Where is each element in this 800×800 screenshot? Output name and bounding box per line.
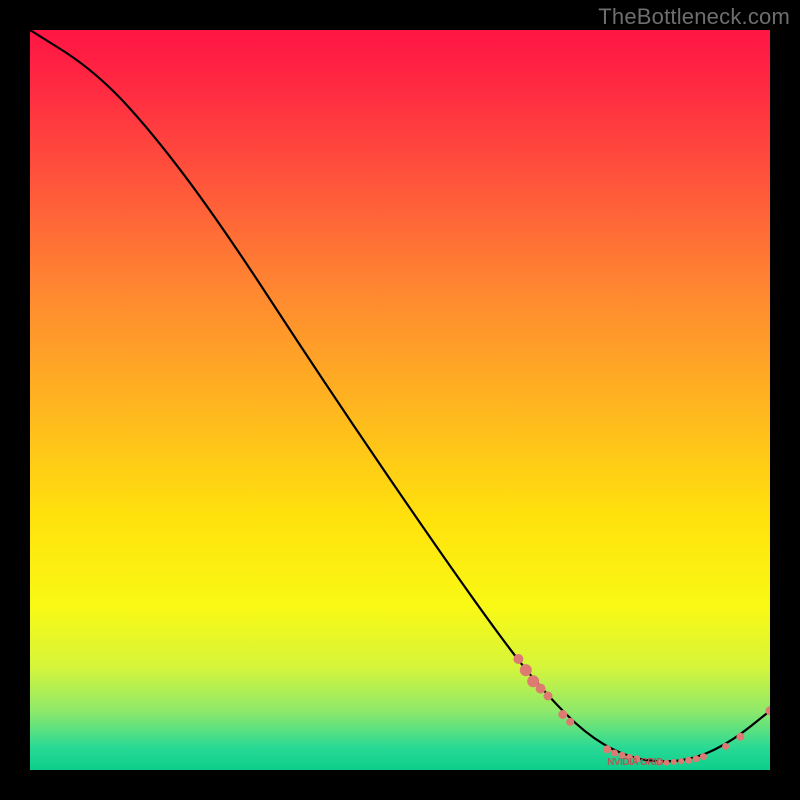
marker-dot xyxy=(663,760,669,766)
marker-dot xyxy=(678,758,684,764)
marker-dot xyxy=(736,733,744,741)
watermark-text: TheBottleneck.com xyxy=(598,4,790,30)
marker-dot xyxy=(558,710,567,719)
chart-svg xyxy=(30,30,770,770)
marker-dot xyxy=(722,743,729,750)
marker-series-label: NVIDIA GRID xyxy=(607,757,663,768)
plot-area: NVIDIA GRID xyxy=(30,30,770,770)
marker-dot xyxy=(536,684,546,694)
marker-group xyxy=(513,654,770,766)
marker-dot xyxy=(566,718,574,726)
marker-dot xyxy=(611,749,618,756)
marker-dot xyxy=(671,759,677,765)
marker-dot xyxy=(603,745,611,753)
marker-dot xyxy=(513,654,523,664)
marker-dot xyxy=(544,692,553,701)
marker-dot xyxy=(700,753,707,760)
marker-dot xyxy=(693,755,700,762)
marker-dot xyxy=(685,757,692,764)
marker-dot xyxy=(520,664,532,676)
bottleneck-curve-path xyxy=(30,30,770,761)
